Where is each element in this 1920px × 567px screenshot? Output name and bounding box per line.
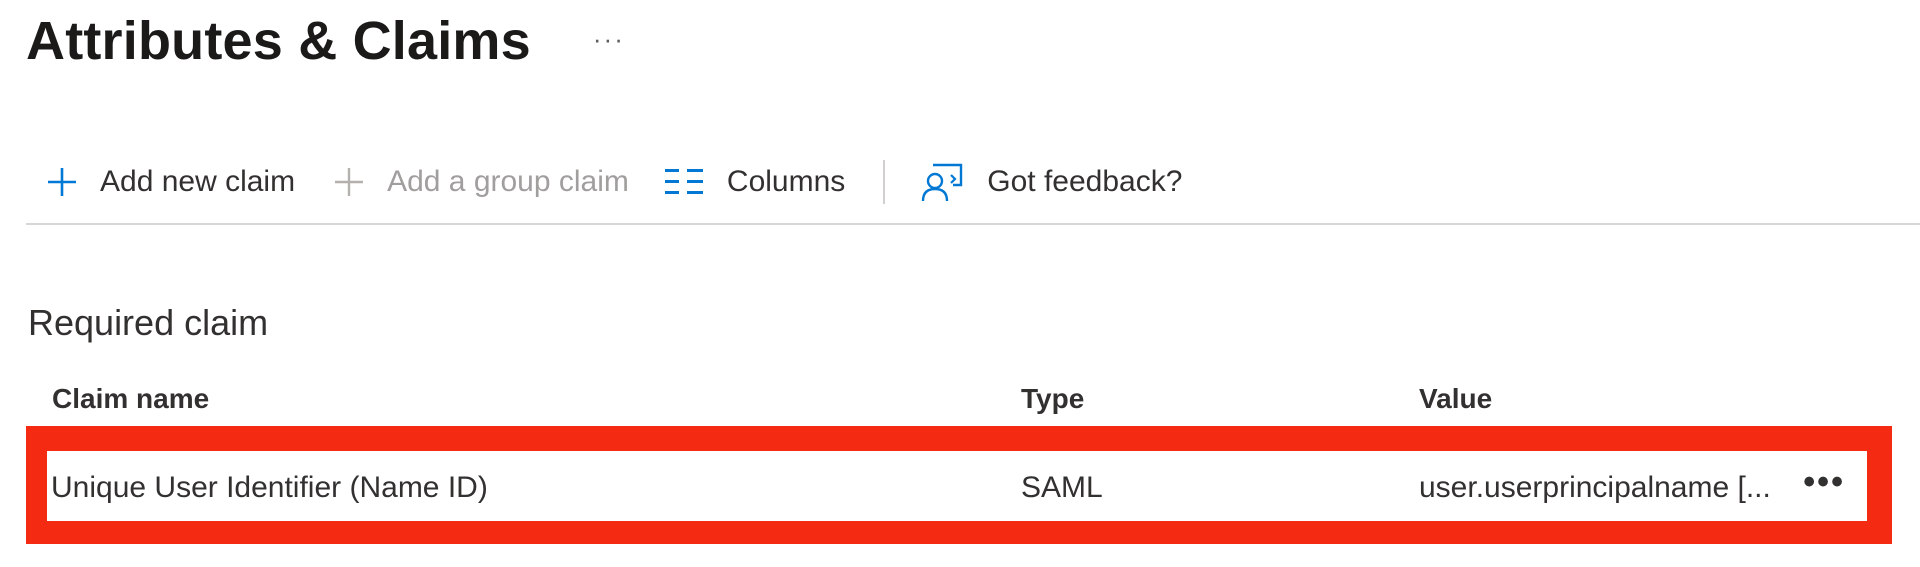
got-feedback-label: Got feedback? [987, 165, 1183, 198]
columns-button[interactable]: Columns [664, 152, 846, 212]
type-cell: SAML [1021, 471, 1103, 504]
column-header-type[interactable]: Type [1021, 383, 1084, 415]
toolbar-divider [883, 160, 886, 204]
attributes-claims-page: Attributes & Claims ··· Add new claim Ad… [0, 0, 1920, 567]
column-header-claim-name[interactable]: Claim name [52, 383, 209, 415]
row-more-options-icon[interactable]: ••• [1803, 463, 1845, 502]
table-header: Claim name Type Value [0, 383, 1920, 427]
feedback-icon [921, 161, 965, 203]
command-bar: Add new claim Add a group claim Columns … [26, 152, 1182, 212]
columns-label: Columns [726, 165, 846, 198]
section-title-required-claim: Required claim [28, 302, 269, 343]
plus-icon [333, 166, 365, 198]
value-cell: user.userprincipalname [... [1419, 471, 1771, 504]
column-header-value[interactable]: Value [1419, 383, 1492, 415]
add-new-claim-label: Add new claim [100, 165, 296, 198]
columns-icon [664, 168, 705, 196]
page-title: Attributes & Claims [26, 11, 531, 71]
toolbar-separator [26, 223, 1920, 225]
got-feedback-button[interactable]: Got feedback? [921, 152, 1182, 212]
claim-name-cell: Unique User Identifier (Name ID) [51, 471, 488, 504]
add-group-claim-label: Add a group claim [387, 165, 629, 198]
title-row: Attributes & Claims ··· [26, 6, 625, 76]
add-group-claim-button[interactable]: Add a group claim [333, 152, 629, 212]
table-row[interactable]: Unique User Identifier (Name ID) SAML us… [47, 451, 1867, 521]
plus-icon [46, 166, 78, 198]
more-options-icon[interactable]: ··· [593, 26, 625, 52]
add-new-claim-button[interactable]: Add new claim [46, 152, 295, 212]
